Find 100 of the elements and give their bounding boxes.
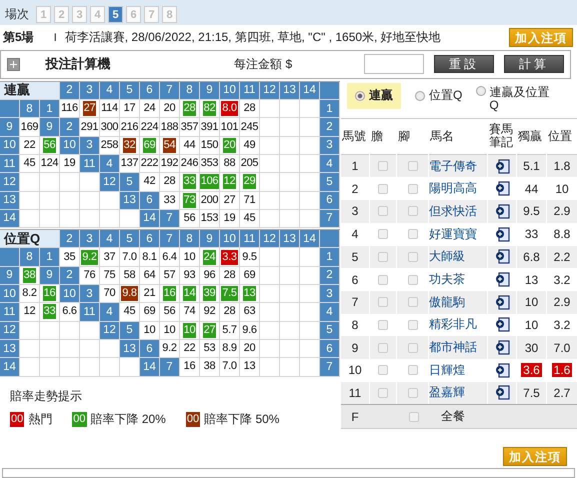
banker-checkbox[interactable] (378, 297, 388, 308)
banker-checkbox[interactable] (378, 161, 388, 172)
leg-checkbox[interactable] (408, 161, 418, 172)
odds-value[interactable]: 7.0 (121, 250, 138, 265)
leg-checkbox[interactable] (408, 229, 418, 240)
note-icon[interactable] (494, 362, 510, 378)
horse-number-cell: 1 (40, 248, 59, 266)
odds-value[interactable]: 8.0 (221, 101, 238, 116)
note-icon[interactable] (494, 249, 510, 264)
odds-value[interactable]: 9.6 (241, 322, 258, 338)
note-icon[interactable] (494, 340, 510, 356)
odds-value[interactable]: 300 (100, 120, 120, 134)
horse-name-link[interactable]: 精彩非凡 (429, 316, 477, 334)
horse-number-cell: 3 (80, 285, 99, 302)
odds-value[interactable]: 291 (80, 120, 100, 134)
odds-value[interactable]: 216 (120, 120, 140, 134)
leg-checkbox[interactable] (408, 297, 418, 308)
horse-name-link[interactable]: 功夫茶 (429, 271, 465, 288)
odds-value[interactable]: 114 (100, 101, 119, 116)
odds-value[interactable]: 205 (240, 156, 260, 172)
odds-value[interactable]: 9.8 (121, 286, 138, 302)
note-icon[interactable] (494, 158, 510, 174)
odds-value[interactable]: 169 (20, 120, 40, 134)
horse-name-link[interactable]: 日輝煌 (429, 362, 465, 379)
banker-checkbox[interactable] (378, 365, 388, 376)
race-tab[interactable]: 5 (108, 6, 123, 24)
leg-checkbox[interactable] (408, 184, 418, 194)
odds-value[interactable]: 116 (60, 101, 79, 116)
leg-checkbox[interactable] (408, 365, 418, 376)
reset-button[interactable]: 重設 (434, 55, 494, 74)
odds-value[interactable]: 3.3 (221, 250, 238, 265)
odds-value[interactable]: 6.4 (161, 250, 178, 265)
leg-checkbox[interactable] (408, 274, 418, 285)
banker-checkbox[interactable] (378, 388, 388, 398)
note-icon[interactable] (494, 204, 510, 219)
leg-checkbox[interactable] (408, 320, 418, 330)
odds-value[interactable]: 8.2 (21, 286, 38, 302)
calculate-button[interactable]: 計算 (504, 55, 564, 74)
odds-value[interactable]: 7.0 (221, 359, 238, 374)
note-icon[interactable] (494, 294, 510, 310)
odds-value[interactable]: 192 (160, 156, 180, 172)
odds-value[interactable]: 153 (200, 210, 220, 226)
banker-checkbox[interactable] (378, 320, 388, 330)
banker-checkbox[interactable] (378, 252, 388, 262)
odds-value[interactable]: 32 (122, 138, 136, 153)
odds-value[interactable]: 6.6 (61, 304, 78, 320)
odds-value[interactable]: 8.9 (221, 341, 238, 356)
odds-value[interactable]: 391 (200, 120, 220, 134)
radio-button[interactable] (415, 90, 425, 101)
odds-value[interactable]: 101 (220, 120, 240, 134)
leg-checkbox[interactable] (408, 342, 418, 353)
odds-value[interactable]: 9.2 (161, 341, 178, 356)
option-label[interactable]: 連贏及位置Q (489, 86, 558, 112)
note-icon[interactable] (494, 181, 510, 196)
note-icon[interactable] (494, 226, 510, 242)
odds-value[interactable]: 9.5 (241, 250, 258, 265)
place-odds: 1.6 (552, 363, 572, 378)
odds-value[interactable]: 54 (162, 138, 176, 153)
banker-checkbox[interactable] (378, 206, 388, 216)
banker-checkbox[interactable] (378, 229, 388, 240)
horse-number: 8 (341, 314, 369, 336)
odds-value[interactable]: 224 (140, 120, 160, 134)
radio-button[interactable] (476, 86, 486, 96)
leg-checkbox[interactable] (408, 206, 418, 216)
odds-value[interactable]: 137 (120, 156, 140, 172)
plus-icon[interactable] (7, 58, 20, 71)
all-checkbox[interactable] (409, 412, 419, 422)
horse-number-cell: 11 (80, 303, 99, 321)
note-icon[interactable] (494, 317, 510, 332)
amount-field[interactable] (364, 54, 424, 74)
note-icon[interactable] (494, 385, 510, 400)
blank-header-cell (320, 82, 339, 100)
horse-name-link[interactable]: 好運寶寶 (429, 226, 477, 243)
odds-value[interactable]: 5.7 (221, 322, 238, 338)
horse-number-cell: 9 (40, 266, 59, 284)
odds-value[interactable]: 353 (200, 156, 220, 172)
horse-name-link[interactable]: 陽明高高 (429, 180, 477, 198)
pool-option[interactable]: 連贏 (347, 82, 401, 109)
banker-checkbox[interactable] (378, 274, 388, 285)
win-odds: 33 (524, 227, 540, 242)
banker-checkbox[interactable] (378, 342, 388, 353)
odds-value[interactable]: 258 (100, 138, 120, 153)
odds-value[interactable]: 150 (200, 138, 220, 153)
odds-value[interactable]: 357 (180, 120, 200, 134)
option-label[interactable]: 連贏 (369, 87, 393, 104)
odds-value[interactable]: 245 (240, 120, 260, 134)
banker-checkbox[interactable] (378, 184, 388, 194)
pool-option[interactable]: 位置Q (407, 82, 470, 109)
odds-value[interactable]: 188 (160, 120, 180, 134)
odds-value[interactable]: 27 (82, 101, 96, 116)
leg-checkbox[interactable] (408, 252, 418, 262)
note-icon[interactable] (494, 272, 510, 288)
odds-value[interactable]: 8.1 (141, 250, 158, 265)
odds-value[interactable]: 246 (180, 156, 200, 172)
odds-value[interactable]: 124 (40, 156, 60, 172)
option-label[interactable]: 位置Q (429, 87, 462, 104)
radio-button[interactable] (355, 90, 365, 101)
leg-checkbox[interactable] (408, 388, 418, 398)
odds-value[interactable]: 200 (200, 192, 220, 208)
odds-value[interactable]: 222 (140, 156, 160, 172)
